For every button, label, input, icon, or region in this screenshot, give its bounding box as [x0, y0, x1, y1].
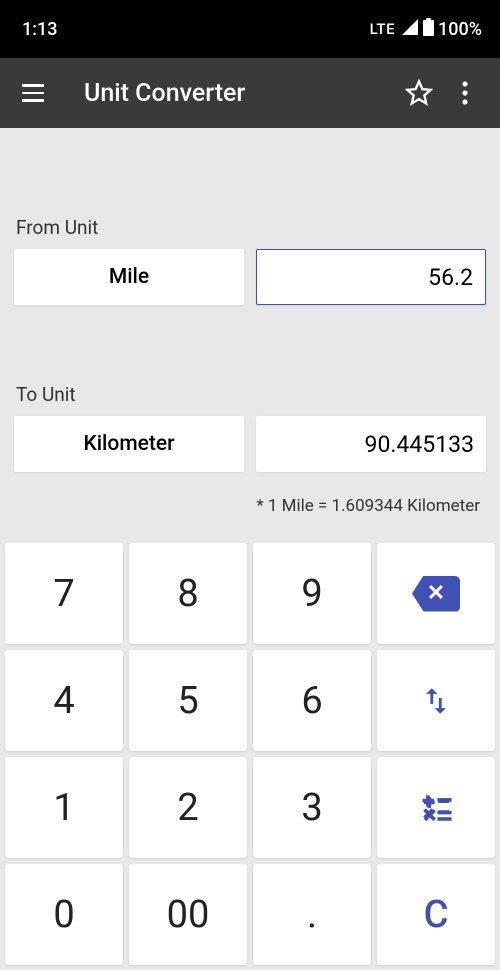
app-bar: Unit Converter [0, 58, 500, 128]
from-unit-select[interactable]: Mile [14, 249, 244, 305]
key-9[interactable]: 9 [253, 543, 371, 644]
status-bar: 1:13 LTE 100% [0, 0, 500, 58]
key-backspace[interactable]: ✕ [377, 543, 495, 644]
from-unit-label: From Unit [16, 216, 486, 239]
key-swap[interactable] [377, 650, 495, 751]
key-8[interactable]: 8 [129, 543, 247, 644]
status-time: 1:13 [22, 19, 57, 40]
key-6[interactable]: 6 [253, 650, 371, 751]
more-menu-button[interactable] [442, 70, 488, 116]
backspace-icon: ✕ [412, 576, 460, 612]
battery-icon [423, 18, 434, 41]
swap-vert-icon [419, 684, 453, 718]
key-5[interactable]: 5 [129, 650, 247, 751]
key-dot[interactable]: . [253, 864, 371, 965]
signal-icon [401, 19, 419, 40]
from-value-input[interactable]: 56.2 [256, 249, 486, 305]
key-0[interactable]: 0 [5, 864, 123, 965]
app-title: Unit Converter [84, 79, 396, 108]
to-unit-select[interactable]: Kilometer [14, 416, 244, 472]
menu-icon[interactable] [22, 79, 50, 107]
key-calculator[interactable] [377, 757, 495, 858]
key-2[interactable]: 2 [129, 757, 247, 858]
key-clear[interactable]: C [377, 864, 495, 965]
key-00[interactable]: 00 [129, 864, 247, 965]
to-row: Kilometer 90.445133 [14, 416, 486, 472]
to-unit-label: To Unit [16, 383, 486, 406]
favorite-button[interactable] [396, 70, 442, 116]
content-area: From Unit Mile 56.2 To Unit Kilometer 90… [0, 128, 500, 516]
conversion-rate-note: * 1 Mile = 1.609344 Kilometer [14, 496, 486, 516]
key-3[interactable]: 3 [253, 757, 371, 858]
network-lte-label: LTE [370, 20, 395, 38]
status-right: LTE 100% [370, 18, 482, 41]
more-vert-icon [462, 81, 468, 105]
key-1[interactable]: 1 [5, 757, 123, 858]
key-4[interactable]: 4 [5, 650, 123, 751]
from-row: Mile 56.2 [14, 249, 486, 305]
battery-pct: 100% [438, 19, 482, 40]
keypad: 7 8 9 ✕ 4 5 6 1 2 3 0 00 . C [0, 538, 500, 970]
key-7[interactable]: 7 [5, 543, 123, 644]
to-value-output: 90.445133 [256, 416, 486, 472]
calculate-icon [419, 791, 453, 825]
star-outline-icon [405, 79, 433, 107]
